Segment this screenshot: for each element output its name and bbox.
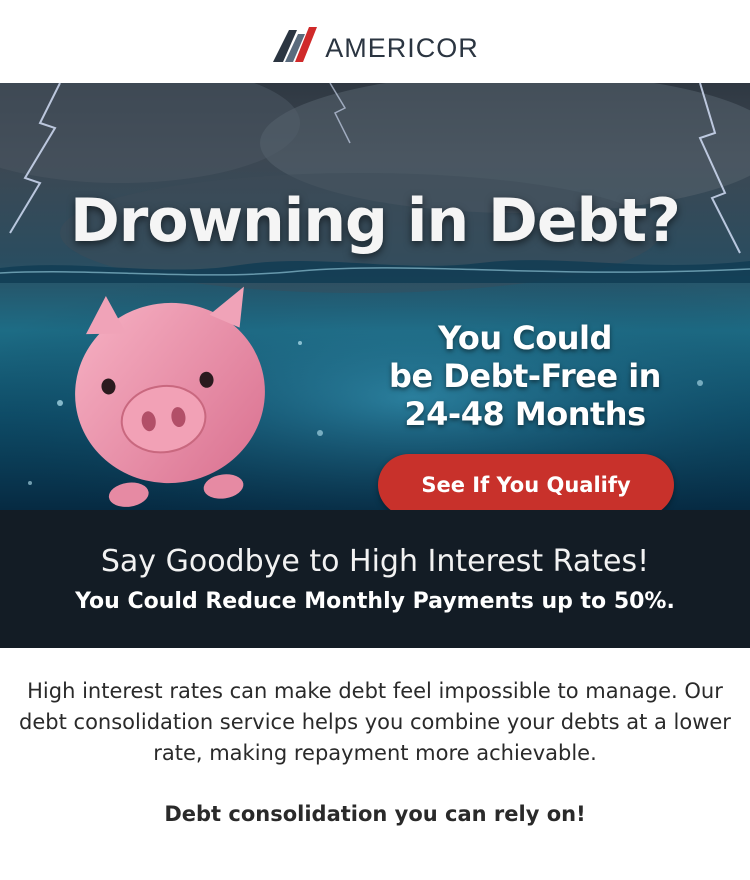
see-if-you-qualify-button[interactable]: See If You Qualify [378, 454, 674, 510]
body-description: High interest rates can make debt feel i… [19, 679, 731, 765]
body-copy: High interest rates can make debt feel i… [0, 648, 750, 828]
hero-subline-line: be Debt-Free in [389, 357, 661, 395]
hero-subline-line: You Could [438, 319, 612, 357]
benefit-band: Say Goodbye to High Interest Rates! You … [0, 510, 750, 648]
americor-logo-text: AMERICOR [325, 32, 479, 63]
email-header: AMERICOR [0, 0, 750, 83]
band-subtitle: You Could Reduce Monthly Payments up to … [75, 589, 675, 614]
hero-subline-line: 24-48 Months [404, 395, 646, 433]
americor-logo[interactable]: AMERICOR [271, 24, 479, 64]
hero-subline: You Could be Debt-Free in 24-48 Months [370, 319, 680, 433]
hero-banner[interactable]: Drowning in Debt? You Could be Debt-Free… [0, 83, 750, 510]
band-title: Say Goodbye to High Interest Rates! [100, 544, 650, 579]
stormy-sea-piggy-bank-illustration [0, 83, 750, 510]
americor-logo-mark-icon [273, 26, 318, 62]
hero-headline: Drowning in Debt? [70, 186, 681, 256]
body-tagline: Debt consolidation you can rely on! [164, 802, 586, 826]
